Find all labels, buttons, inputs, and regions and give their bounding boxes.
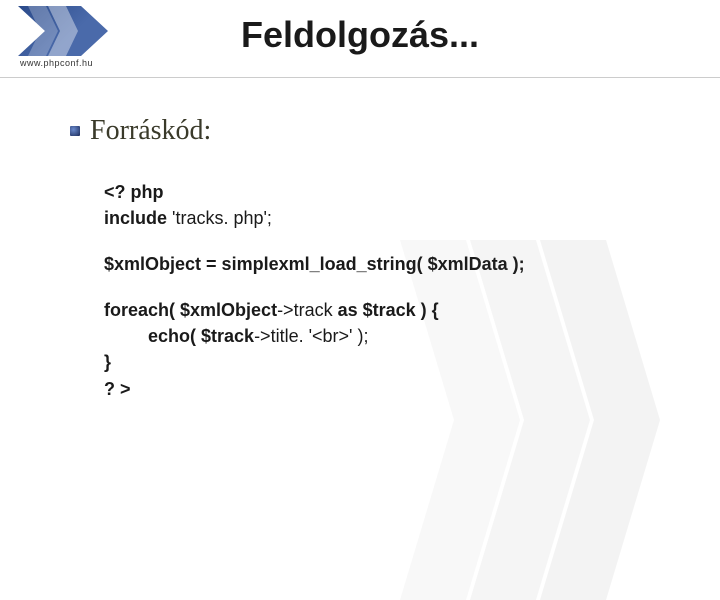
code-keyword: <? php xyxy=(104,182,164,202)
code-line: foreach( $xmlObject->track as $track ) { xyxy=(104,297,680,323)
slide-content: Forráskód: <? php include 'tracks. php';… xyxy=(70,115,680,402)
code-text: foreach( $xmlObject xyxy=(104,300,277,320)
code-text: as $track ) { xyxy=(338,300,439,320)
code-keyword: include xyxy=(104,208,167,228)
code-text: } xyxy=(104,352,111,372)
code-text: ? > xyxy=(104,379,131,399)
code-line: $xmlObject = simplexml_load_string( $xml… xyxy=(104,251,680,277)
slide-title: Feldolgozás... xyxy=(0,14,720,56)
code-line: ? > xyxy=(104,376,680,402)
code-line: echo( $track->title. '<br>' ); xyxy=(104,323,680,349)
code-text: ->track xyxy=(277,300,338,320)
section-heading: Forráskód: xyxy=(70,115,680,147)
code-text: 'tracks. php'; xyxy=(167,208,272,228)
code-text: $xmlObject = simplexml_load_string( $xml… xyxy=(104,254,525,274)
bullet-icon xyxy=(70,126,80,136)
slide-header: www.phpconf.hu Feldolgozás... xyxy=(0,0,720,78)
code-line: include 'tracks. php'; xyxy=(104,205,680,231)
code-line: } xyxy=(104,349,680,375)
section-heading-text: Forráskód: xyxy=(90,115,211,147)
code-line: <? php xyxy=(104,179,680,205)
code-text: ->title. '<br>' ); xyxy=(254,326,368,346)
site-url: www.phpconf.hu xyxy=(20,58,93,68)
code-text: echo( $track xyxy=(148,326,254,346)
code-block: <? php include 'tracks. php'; $xmlObject… xyxy=(104,179,680,402)
